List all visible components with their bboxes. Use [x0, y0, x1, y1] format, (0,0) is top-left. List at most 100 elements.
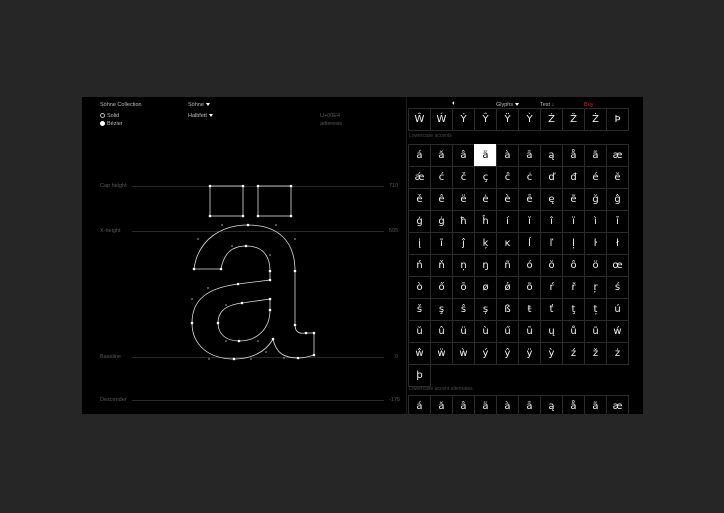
glyphs-menu[interactable]: Glyphs [496, 102, 520, 109]
glyph-cell[interactable]: ǿ [496, 276, 519, 299]
glyph-cell[interactable]: ò [408, 276, 431, 299]
glyph-cell[interactable]: ŝ [452, 298, 475, 321]
glyph-cell[interactable]: ĝ [606, 188, 629, 211]
glyph-cell[interactable]: ě [408, 188, 431, 211]
glyph-cell[interactable]: ŋ [474, 254, 497, 277]
glyph-cell[interactable]: š [408, 298, 431, 321]
glyph-cell[interactable]: þ [408, 364, 431, 387]
glyph-cell[interactable]: ę [540, 188, 563, 211]
theme-toggle-icon[interactable]: ◐ [452, 100, 456, 107]
glyph-cell[interactable]: ū [518, 320, 541, 343]
glyph-cell[interactable]: ì [584, 210, 607, 233]
glyph-cell[interactable]: à [496, 395, 519, 414]
glyph-cell[interactable]: ù [474, 320, 497, 343]
font-select[interactable]: Söhne [188, 102, 210, 109]
glyph-cell[interactable]: û [430, 320, 453, 343]
glyph-cell[interactable]: ĵ [452, 232, 475, 255]
glyph-cell[interactable]: å [562, 144, 585, 167]
glyph-cell[interactable]: ļ [562, 232, 585, 255]
glyph-cell[interactable]: ǽ [408, 166, 431, 189]
glyph-cell[interactable]: æ [606, 144, 629, 167]
glyph-cell[interactable]: ŕ [540, 276, 563, 299]
glyph-cell[interactable]: ĸ [496, 232, 519, 255]
glyph-cell[interactable]: ó [518, 254, 541, 277]
glyph-cell[interactable]: ĉ [496, 166, 519, 189]
glyph-cell[interactable]: é [584, 166, 607, 189]
glyph-cell[interactable]: ş [430, 298, 453, 321]
glyph-cell[interactable]: å [562, 395, 585, 414]
glyph-cell[interactable]: ẽ [562, 188, 585, 211]
glyph-cell[interactable]: ñ [496, 254, 519, 277]
glyph-outline-canvas[interactable] [182, 177, 332, 367]
glyph-cell[interactable]: ä [474, 395, 497, 414]
glyph-cell[interactable]: đ [562, 166, 585, 189]
glyph-cell[interactable]: ś [606, 276, 629, 299]
glyph-cell[interactable]: á [408, 144, 431, 167]
glyph-cell[interactable]: ș [474, 298, 497, 321]
glyph-cell[interactable]: Ŵ [408, 108, 431, 131]
glyph-cell[interactable]: ċ [518, 166, 541, 189]
glyph-cell[interactable]: œ [606, 254, 629, 277]
glyph-cell[interactable]: ĭ [518, 210, 541, 233]
glyph-cell[interactable]: í [496, 210, 519, 233]
glyph-cell[interactable]: ż [606, 342, 629, 365]
glyph-cell[interactable]: Ź [540, 108, 563, 131]
glyph-cell[interactable]: ç [474, 166, 497, 189]
glyph-cell[interactable]: ņ [452, 254, 475, 277]
glyph-cell[interactable]: ŷ [496, 342, 519, 365]
test-menu[interactable]: Test ↓ [540, 102, 554, 109]
weight-select[interactable]: Halbfett [188, 113, 213, 120]
glyph-cell[interactable]: ö [584, 254, 607, 277]
glyph-cell[interactable]: ů [562, 320, 585, 343]
glyph-cell[interactable]: ŵ [408, 342, 431, 365]
collection-title[interactable]: Söhne Collection [100, 102, 142, 109]
glyph-cell[interactable]: ą [540, 395, 563, 414]
glyph-cell[interactable]: î [540, 210, 563, 233]
glyph-cell[interactable]: æ [606, 395, 629, 414]
glyph-cell[interactable]: ń [408, 254, 431, 277]
glyph-cell[interactable]: ť [540, 298, 563, 321]
glyph-cell[interactable]: ō [452, 276, 475, 299]
glyph-cell[interactable]: ő [430, 276, 453, 299]
buy-link[interactable]: Buy [584, 102, 593, 109]
glyph-cell[interactable]: ä [474, 144, 497, 167]
glyph-cell[interactable]: ĥ [474, 210, 497, 233]
glyph-cell[interactable]: ď [540, 166, 563, 189]
glyph-cell[interactable]: ŭ [408, 320, 431, 343]
glyph-cell[interactable]: ţ [562, 298, 585, 321]
glyph-cell[interactable]: ř [562, 276, 585, 299]
glyph-cell[interactable]: ý [474, 342, 497, 365]
mode-bezier-radio[interactable]: Bézier [100, 121, 123, 128]
glyph-cell[interactable]: Ÿ [496, 108, 519, 131]
glyph-cell[interactable]: ẃ [606, 320, 629, 343]
glyph-cell[interactable]: Ž [562, 108, 585, 131]
glyph-cell[interactable]: ü [452, 320, 475, 343]
glyph-cell[interactable]: ú [606, 298, 629, 321]
glyph-cell[interactable]: Ẃ [430, 108, 453, 131]
glyph-cell[interactable]: ķ [474, 232, 497, 255]
glyph-cell[interactable]: č [452, 166, 475, 189]
glyph-cell[interactable]: á [408, 395, 431, 414]
glyph-cell[interactable]: ô [562, 254, 585, 277]
glyph-cell[interactable]: Ý [452, 108, 475, 131]
glyph-cell[interactable]: ĺ [518, 232, 541, 255]
glyph-cell[interactable]: õ [518, 276, 541, 299]
glyph-cell[interactable]: ă [430, 144, 453, 167]
glyph-cell[interactable]: ÿ [518, 342, 541, 365]
glyph-cell[interactable]: ų [540, 320, 563, 343]
glyph-cell[interactable]: ľ [540, 232, 563, 255]
glyph-cell[interactable]: ẅ [430, 342, 453, 365]
glyph-cell[interactable]: ỳ [540, 342, 563, 365]
glyph-cell[interactable]: ē [518, 188, 541, 211]
glyph-cell[interactable]: ė [474, 188, 497, 211]
glyph-cell[interactable]: ł [606, 232, 629, 255]
glyph-cell[interactable]: ø [474, 276, 497, 299]
glyph-cell[interactable]: ą [540, 144, 563, 167]
glyph-cell[interactable]: ĕ [606, 166, 629, 189]
glyph-cell[interactable]: ĩ [430, 232, 453, 255]
glyph-cell[interactable]: â [452, 144, 475, 167]
glyph-cell[interactable]: ã [584, 144, 607, 167]
glyph-cell[interactable]: Ỳ [518, 108, 541, 131]
glyph-cell[interactable]: ă [430, 395, 453, 414]
glyph-cell[interactable]: ï [562, 210, 585, 233]
